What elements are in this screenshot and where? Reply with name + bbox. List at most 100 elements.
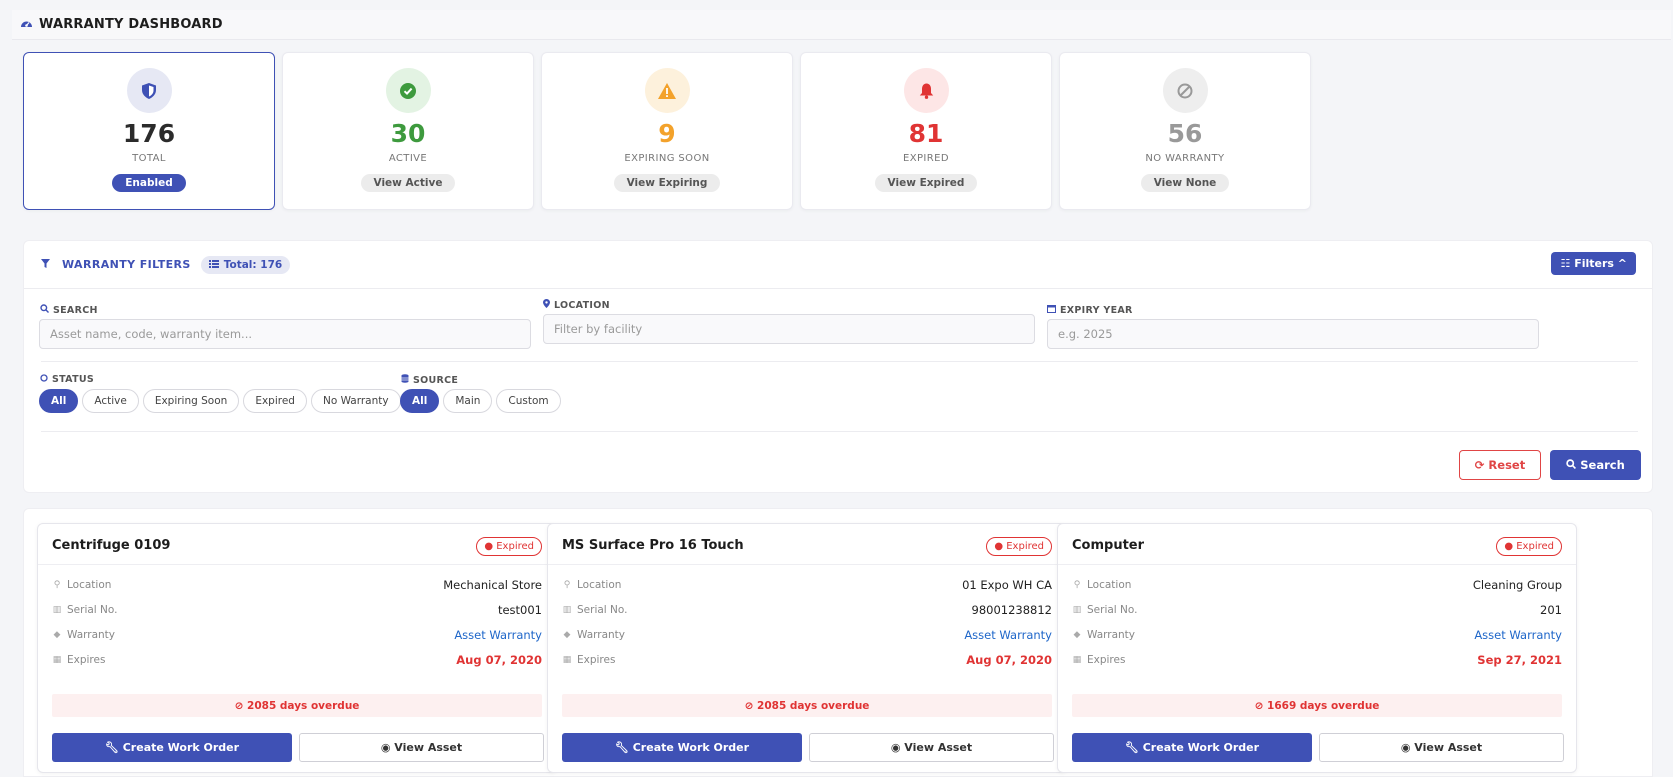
dot-icon: ● [484,541,494,552]
stat-card-active[interactable]: 30 ACTIVE View Active [282,52,534,210]
eye-icon: ◉ [1400,741,1411,754]
wrench-icon: 🔧︎ [104,741,119,754]
search-label-wrap: SEARCH [40,304,98,316]
expires-row: ▦ Expires Aug 07, 2020 [562,651,1052,669]
overdue-notice: ⊘ 2085 days overdue [562,694,1052,717]
location-value: 01 Expo WH CA [962,578,1052,592]
wrench-icon: 🔧︎ [1124,741,1139,754]
enabled-button[interactable]: Enabled [112,174,186,192]
divider [1058,564,1576,565]
view-expired-button[interactable]: View Expired [874,174,978,192]
serial-row: ▥ Serial No. 98001238812 [562,601,1052,619]
map-pin-icon: ⚲ [53,580,61,590]
status-chip-expired[interactable]: Expired [243,389,307,413]
row-label: Location [1087,579,1132,591]
status-chip-active[interactable]: Active [82,389,139,413]
source-chip-main[interactable]: Main [443,389,493,413]
warranty-link[interactable]: Asset Warranty [1474,628,1562,642]
search-label: SEARCH [53,304,98,316]
status-badge: ● Expired [986,537,1052,556]
create-work-order-button[interactable]: 🔧︎ Create Work Order [1072,733,1312,762]
warranty-row: ◆ Warranty Asset Warranty [562,626,1052,644]
barcode-icon: ▥ [1072,605,1082,615]
warranty-link[interactable]: Asset Warranty [964,628,1052,642]
source-chip-custom[interactable]: Custom [496,389,561,413]
ban-icon: ⊘ [744,699,754,712]
shield-icon [126,68,172,113]
filters-toggle-button[interactable]: ☷ Filters ^ [1551,252,1636,275]
expires-row: ▦ Expires Sep 27, 2021 [1072,651,1562,669]
stat-card-total[interactable]: 176 TOTAL Enabled [23,52,275,210]
stat-card-expiring[interactable]: 9 EXPIRING SOON View Expiring [541,52,793,210]
stat-label: EXPIRED [903,153,949,164]
overdue-notice: ⊘ 2085 days overdue [52,694,542,717]
search-button-label: Search [1580,458,1625,472]
stat-card-no-warranty[interactable]: 56 NO WARRANTY View None [1059,52,1311,210]
create-work-order-button[interactable]: 🔧︎ Create Work Order [562,733,802,762]
search-icon [40,304,49,316]
sliders-icon: ☷ [1560,257,1571,270]
serial-row: ▥ Serial No. test001 [52,601,542,619]
divider [38,564,556,565]
reset-button[interactable]: ⟳ Reset [1459,450,1541,480]
tag-icon: ◆ [53,630,61,640]
view-none-button[interactable]: View None [1140,174,1230,192]
warranty-row: ◆ Warranty Asset Warranty [1072,626,1562,644]
search-input[interactable] [39,319,531,349]
view-asset-button[interactable]: ◉ View Asset [809,733,1054,762]
funnel-icon [41,258,50,271]
dashboard-header: WARRANTY DASHBOARD [12,10,1671,40]
refresh-icon: ⟳ [1474,458,1485,472]
calendar-icon [1047,304,1056,316]
search-icon [1566,458,1580,472]
location-input[interactable] [543,314,1035,344]
map-pin-icon: ⚲ [1073,580,1081,590]
divider [548,564,1066,565]
check-circle-icon [385,68,431,113]
database-icon [401,374,409,386]
stat-value: 56 [1167,119,1203,148]
divider [41,361,1638,362]
status-chip-all[interactable]: All [39,389,79,413]
row-label: Expires [67,654,106,666]
expires-row: ▦ Expires Aug 07, 2020 [52,651,542,669]
view-asset-button[interactable]: ◉ View Asset [1319,733,1564,762]
filters-toggle-label: Filters [1574,257,1614,270]
warranty-row: ◆ Warranty Asset Warranty [52,626,542,644]
stat-card-expired[interactable]: 81 EXPIRED View Expired [800,52,1052,210]
expiry-year-input[interactable] [1047,319,1539,349]
status-chip-no-warranty[interactable]: No Warranty [310,389,401,413]
stat-label: ACTIVE [388,153,428,164]
row-label: Serial No. [577,604,628,616]
search-button[interactable]: Search [1550,450,1641,480]
eye-icon: ◉ [380,741,391,754]
status-chip-expiring-soon[interactable]: Expiring Soon [142,389,240,413]
warranty-link[interactable]: Asset Warranty [454,628,542,642]
row-label: Warranty [577,629,626,641]
expires-value: Aug 07, 2020 [456,653,542,667]
dashboard-gauge-icon [20,18,33,32]
barcode-icon: ▥ [52,605,62,615]
location-value: Cleaning Group [1472,578,1562,592]
expiry-year-label: EXPIRY YEAR [1060,304,1133,316]
stat-value: 176 [122,119,176,148]
view-asset-button[interactable]: ◉ View Asset [299,733,544,762]
stat-label: NO WARRANTY [1145,153,1225,164]
stat-label: EXPIRING SOON [624,153,710,164]
map-pin-icon: ⚲ [563,580,571,590]
calendar-icon: ▦ [562,655,572,665]
source-label: SOURCE [413,374,459,386]
source-chip-all[interactable]: All [400,389,440,413]
map-pin-icon [543,299,550,311]
create-work-order-button[interactable]: 🔧︎ Create Work Order [52,733,292,762]
view-expiring-button[interactable]: View Expiring [613,174,721,192]
view-active-button[interactable]: View Active [360,174,456,192]
status-label: STATUS [52,374,95,385]
serial-row: ▥ Serial No. 201 [1072,601,1562,619]
stat-value: 81 [908,119,944,148]
row-label: Location [67,579,112,591]
serial-value: test001 [497,603,542,617]
warranty-card: Centrifuge 0109 ● Expired ⚲ Location Mech… [37,523,557,773]
tag-icon: ◆ [563,630,571,640]
status-chips: All Active Expiring Soon Expired No Warr… [39,389,401,413]
